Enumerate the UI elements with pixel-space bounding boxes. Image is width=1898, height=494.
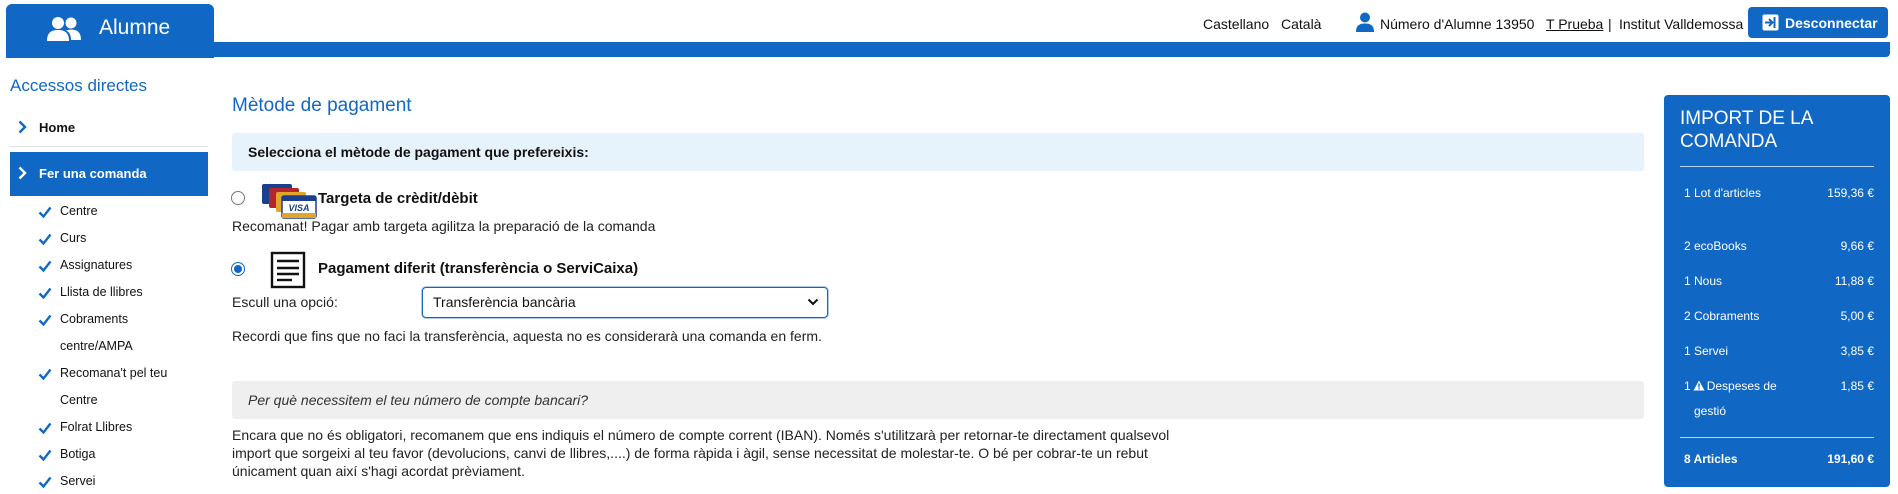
summary-row-name: 2 ecoBooks (1684, 239, 1747, 253)
payment-prompt: Selecciona el mètode de pagament que pre… (248, 144, 589, 160)
check-icon (38, 260, 52, 273)
order-summary-panel: IMPORT DE LA COMANDA 1 Lot d'articles 15… (1664, 95, 1890, 487)
app-title: Alumne (99, 16, 171, 39)
header-band (6, 42, 1890, 57)
chevron-right-icon (18, 120, 27, 134)
check-icon (38, 422, 52, 435)
divider (1680, 166, 1874, 167)
divider (1680, 437, 1874, 438)
order-summary-heading: IMPORT DE LA COMANDA (1680, 108, 1813, 152)
sidebar-item-home[interactable]: Home (10, 110, 208, 147)
student-number: Número d'Alumne 13950 (1380, 16, 1535, 32)
school-name: Institut Valldemossa (1619, 16, 1744, 32)
app-brand[interactable]: Alumne (6, 4, 214, 58)
summary-row-price: 5,00 € (1840, 309, 1874, 323)
check-icon (38, 449, 52, 462)
check-icon (38, 314, 52, 327)
sidebar-subitem-label: Curs (60, 231, 87, 245)
choose-option-label: Escull una opció: (232, 294, 338, 310)
payment-option-value: Transferència bancària (433, 294, 576, 310)
fees-label: Despeses de (1706, 379, 1777, 393)
summary-row-price: 11,88 € (1834, 274, 1874, 288)
sidebar-item-label: Fer una comanda (39, 166, 147, 181)
lang-catala-link[interactable]: Català (1281, 16, 1321, 32)
sidebar-subitem-label: Centre (60, 204, 98, 218)
check-icon (38, 233, 52, 246)
sidebar-subitem-label: Recomana't pel teu (60, 366, 168, 380)
card-option-note: Recomanat! Pagar amb targeta agilitza la… (232, 218, 656, 234)
summary-row-name: 1 Servei (1684, 344, 1729, 358)
user-icon (1356, 12, 1374, 32)
summary-row-price: 159,36 € (1827, 186, 1874, 200)
card-option-title[interactable]: Targeta de crèdit/dèbit (318, 190, 478, 207)
summary-row-name: 1 Nous (1684, 274, 1723, 288)
header-separator: | (1608, 16, 1612, 32)
iban-question: Per què necessitem el teu número de comp… (248, 392, 589, 408)
invoice-icon (270, 251, 306, 289)
top-bar: Alumne Castellano Català Número d'Alumne… (0, 0, 1898, 60)
warning-icon (1693, 380, 1705, 391)
sidebar-subitem-label: Assignatures (60, 258, 133, 272)
summary-row-name: 1 Lot d'articles (1684, 186, 1761, 200)
summary-total-name: 8 Articles (1684, 452, 1738, 466)
sidebar-subitem-label: Servei (60, 474, 96, 488)
transfer-reminder: Recordi que fins que no faci la transfer… (232, 328, 822, 344)
credit-cards-icon: VISA (262, 184, 317, 219)
lang-castellano-link[interactable]: Castellano (1203, 16, 1269, 32)
summary-row-price: 3,85 € (1840, 344, 1874, 358)
payment-option-select[interactable]: Transferència bancària (422, 287, 828, 318)
exit-icon (1762, 14, 1779, 31)
sidebar-subitem-label: Llista de llibres (60, 285, 143, 299)
summary-total-price: 191,60 € (1827, 452, 1874, 466)
logout-label: Desconnectar (1785, 15, 1878, 31)
summary-row-name: 1 Despeses de (1684, 379, 1777, 393)
sidebar-subitem-label: Cobraments (60, 312, 129, 326)
card-payment-radio[interactable] (231, 191, 245, 205)
sidebar-item-fer-una-comanda[interactable]: Fer una comanda (10, 152, 208, 196)
user-name-link[interactable]: T Prueba (1546, 16, 1603, 32)
iban-explanation: Encara que no és obligatori, recomanem q… (232, 427, 1170, 479)
sidebar-subitem-label: Folrat Llibres (60, 420, 133, 434)
page-title: Mètode de pagament (232, 95, 412, 116)
check-icon (38, 476, 52, 489)
check-icon (38, 368, 52, 381)
payment-prompt-banner: Selecciona el mètode de pagament que pre… (232, 133, 1644, 171)
fees-label-cont: gestió (1694, 404, 1727, 418)
sidebar-subitem-label-cont[interactable]: centre/AMPA (60, 339, 133, 353)
chevron-right-icon (18, 166, 27, 180)
sidebar-title: Accessos directes (10, 76, 147, 95)
deferred-option-title[interactable]: Pagament diferit (transferència o ServiC… (318, 260, 638, 277)
logout-button[interactable]: Desconnectar (1748, 7, 1888, 38)
deferred-payment-radio[interactable] (231, 262, 245, 276)
check-icon (38, 287, 52, 300)
sidebar-subitem-label-cont[interactable]: Centre (60, 393, 98, 407)
users-icon (47, 17, 81, 41)
check-icon (38, 206, 52, 219)
sidebar-item-label: Home (39, 120, 76, 135)
fees-qty: 1 (1684, 379, 1691, 393)
iban-question-banner: Per què necessitem el teu número de comp… (232, 381, 1644, 419)
summary-row-name: 2 Cobraments (1684, 309, 1760, 323)
chevron-down-icon (807, 298, 819, 306)
summary-row-fees: 1 Despeses de 1,85 € gestió (1684, 379, 1874, 419)
sidebar-subitem-label: Botiga (60, 447, 96, 461)
summary-row-price: 9,66 € (1840, 239, 1874, 253)
summary-row-price: 1,85 € (1840, 379, 1874, 393)
svg-text:VISA: VISA (288, 203, 309, 213)
